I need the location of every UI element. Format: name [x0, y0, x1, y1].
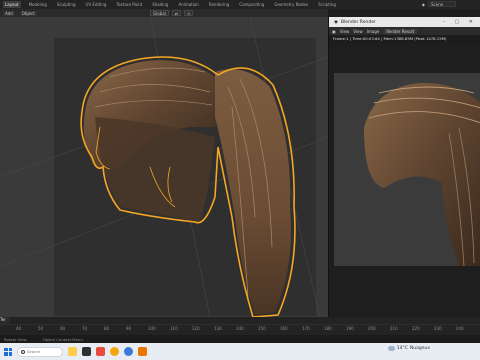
weather-widget[interactable]: 14°C Nuageux	[387, 346, 430, 351]
tab-animation[interactable]: Animation	[176, 1, 200, 8]
pivot-icon[interactable]: ⇄	[171, 10, 182, 16]
windows-start-icon[interactable]	[4, 347, 12, 356]
viewport-header: Add Object Global ⇄ ⊙	[0, 9, 328, 17]
frame-label: 160	[280, 326, 288, 331]
add-menu[interactable]: Add	[3, 10, 15, 16]
status-rotate-view: Rotate View	[4, 336, 27, 342]
3d-viewport[interactable]: Add Object Global ⇄ ⊙	[0, 9, 328, 317]
tab-uv-editing[interactable]: UV Editing	[84, 1, 109, 8]
frame-label: 120	[192, 326, 200, 331]
pdf-app-icon[interactable]	[96, 347, 105, 356]
tab-sculpting[interactable]: Sculpting	[55, 1, 78, 8]
hair-model-view	[0, 17, 328, 317]
frame-label: 180	[324, 326, 332, 331]
render-stats: Frame:1 | Time:00:03.64 | Mem:1386.85M (…	[329, 35, 480, 42]
cloud-icon	[387, 346, 395, 351]
rendered-hair	[334, 73, 480, 266]
timeline-ruler	[0, 324, 480, 325]
app-icon[interactable]	[82, 347, 91, 356]
orientation-dropdown[interactable]: Global	[150, 10, 169, 16]
render-slot-selector[interactable]: Render Result	[383, 28, 418, 34]
blender-icon: ◉	[334, 19, 338, 25]
scene-name: Scene	[428, 1, 456, 7]
hair-underlayer	[95, 117, 215, 222]
browser-icon[interactable]	[124, 347, 133, 356]
file-explorer-icon[interactable]	[68, 347, 77, 356]
image-menu[interactable]: Image	[367, 29, 380, 34]
status-context-menu: Object Context Menu	[42, 336, 83, 342]
editor-type-icon[interactable]: ▣	[332, 29, 336, 34]
search-icon	[21, 349, 25, 354]
weather-condition: Nuageux	[409, 346, 430, 351]
frame-label: 190	[346, 326, 354, 331]
frame-label: 100	[148, 326, 156, 331]
frame-label: 60	[60, 326, 66, 331]
taskbar-search[interactable]: Search	[17, 346, 63, 357]
render-result-image	[334, 73, 480, 266]
view-menu-2[interactable]: View	[353, 29, 363, 34]
frame-label: 240	[456, 326, 464, 331]
frame-label: 200	[368, 326, 376, 331]
workspace-tabs: Layout Modeling Sculpting UV Editing Tex…	[0, 0, 480, 9]
frame-label: 40	[16, 326, 22, 331]
frame-label: 170	[302, 326, 310, 331]
scene-selector[interactable]: ◆ Scene	[422, 1, 456, 7]
timeline-start-label: Ter	[0, 317, 10, 324]
frame-label: 230	[434, 326, 442, 331]
chrome-icon[interactable]	[110, 347, 119, 356]
temperature: 14°C	[396, 346, 408, 351]
scene-icon: ◆	[421, 1, 425, 7]
blender-taskbar-icon[interactable]	[138, 347, 147, 356]
tab-scripting[interactable]: Scripting	[316, 1, 338, 8]
tab-shading[interactable]: Shading	[150, 1, 170, 8]
view-menu[interactable]: View	[340, 29, 350, 34]
render-titlebar: ◉ Blender Render – ▢ ✕	[329, 17, 480, 27]
window-controls[interactable]: – ▢ ✕	[442, 19, 477, 25]
frame-label: 50	[38, 326, 44, 331]
status-bar: Rotate View Object Context Menu	[0, 335, 480, 343]
object-menu[interactable]: Object	[19, 10, 37, 16]
transform-controls: Global ⇄ ⊙	[150, 10, 194, 16]
frame-label: 220	[412, 326, 420, 331]
snap-icon[interactable]: ⊙	[184, 10, 194, 16]
tab-modeling[interactable]: Modeling	[27, 1, 49, 8]
render-toolbar: ▣ View View Image Render Result	[329, 27, 480, 35]
tab-compositing[interactable]: Compositing	[237, 1, 266, 8]
frame-label: 140	[236, 326, 244, 331]
render-window-title: Blender Render	[340, 19, 376, 25]
tab-rendering[interactable]: Rendering	[207, 1, 231, 8]
frame-label: 150	[258, 326, 266, 331]
tab-texture-paint[interactable]: Texture Paint	[114, 1, 144, 8]
frame-label: 90	[126, 326, 132, 331]
frame-label: 110	[170, 326, 178, 331]
frame-label: 70	[82, 326, 88, 331]
frame-label: 80	[104, 326, 110, 331]
tab-geometry-nodes[interactable]: Geometry Nodes	[272, 1, 310, 8]
frame-label: 210	[390, 326, 398, 331]
render-window: ◉ Blender Render – ▢ ✕ ▣ View View Image…	[328, 17, 480, 317]
frame-label: 130	[214, 326, 222, 331]
tab-layout[interactable]: Layout	[3, 1, 21, 8]
search-placeholder: Search	[27, 349, 41, 354]
